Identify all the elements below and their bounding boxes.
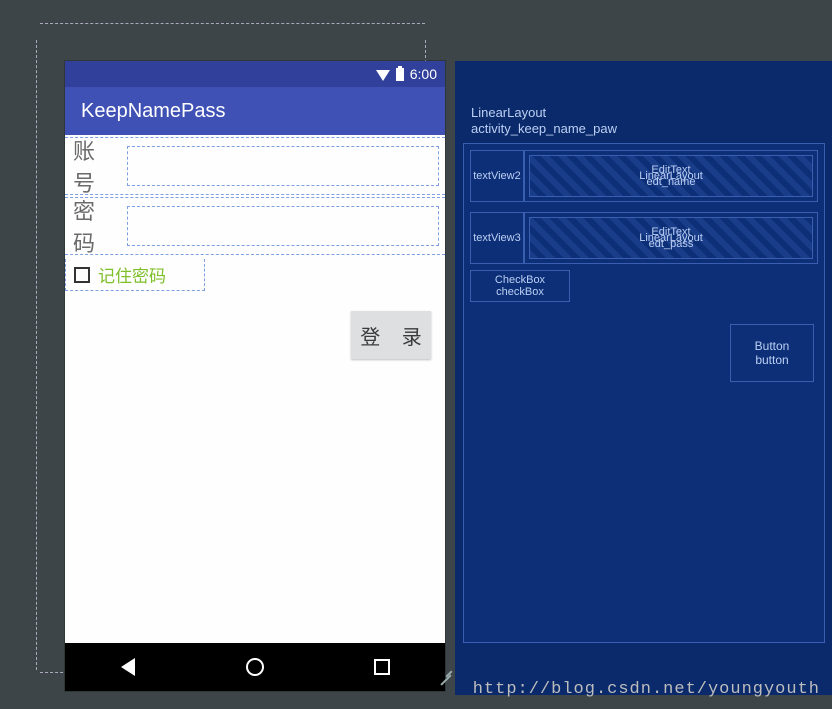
clock-text: 6:00 (410, 66, 437, 82)
bp-check-type: CheckBox (495, 274, 545, 286)
bp-btn-type: Button (755, 339, 790, 353)
bp-edittext-pass[interactable]: EditText LinearLayout edt_pass (529, 217, 813, 259)
blueprint-root[interactable]: LinearLayout activity_keep_name_paw (455, 61, 832, 137)
battery-icon (396, 68, 404, 81)
password-row: 密 码 (65, 197, 445, 255)
bp-check-id: checkBox (496, 286, 544, 298)
remember-label: 记住密码 (98, 262, 166, 287)
bp-textview3[interactable]: textView3 (470, 212, 524, 264)
username-label: 账 号 (65, 134, 127, 198)
status-bar: 6:00 (65, 61, 445, 87)
username-input-wrap (127, 146, 439, 186)
bp-checkbox[interactable]: CheckBox checkBox (470, 270, 570, 302)
app-bar: KeepNamePass (65, 87, 445, 135)
design-canvas: 6:00 KeepNamePass 账 号 密 码 记住密码 (23, 23, 809, 668)
bp-btn-id: button (755, 353, 788, 367)
bp-button[interactable]: Button button (730, 324, 814, 382)
password-label: 密 码 (65, 194, 127, 258)
username-row: 账 号 (65, 137, 445, 195)
system-nav (65, 643, 445, 691)
blueprint-body: textView2 EditText LinearLayout edt_name… (463, 143, 825, 643)
bp-root-id: activity_keep_name_paw (471, 121, 832, 137)
bp-edittext-name[interactable]: EditText LinearLayout edt_name (529, 155, 813, 197)
username-input[interactable] (128, 147, 438, 185)
back-icon[interactable] (118, 657, 138, 677)
app-title: KeepNamePass (81, 100, 226, 123)
checkbox-icon[interactable] (74, 267, 90, 283)
bp-row-password[interactable]: textView3 EditText LinearLayout edt_pass (470, 212, 818, 264)
bp-textview2[interactable]: textView2 (470, 150, 524, 202)
bp-linearlayout-1[interactable]: EditText LinearLayout edt_name (524, 150, 818, 202)
watermark-text: http://blog.csdn.net/youngyouth (473, 680, 820, 699)
password-input-wrap (127, 206, 439, 246)
device-preview: 6:00 KeepNamePass 账 号 密 码 记住密码 (65, 61, 445, 691)
bp-linearlayout-2[interactable]: EditText LinearLayout edt_pass (524, 212, 818, 264)
screen-content: 账 号 密 码 记住密码 登 录 (65, 135, 445, 643)
remember-row[interactable]: 记住密码 (65, 259, 205, 291)
bp-root-type: LinearLayout (471, 105, 832, 121)
password-input[interactable] (128, 207, 438, 245)
login-wrap: 登 录 (351, 311, 431, 359)
home-icon[interactable] (245, 657, 265, 677)
blueprint-panel: LinearLayout activity_keep_name_paw text… (455, 61, 832, 695)
resize-handle-icon[interactable] (433, 663, 455, 685)
recent-icon[interactable] (372, 657, 392, 677)
bp-ll1-label: LinearLayout (639, 170, 703, 182)
bp-row-username[interactable]: textView2 EditText LinearLayout edt_name (470, 150, 818, 202)
login-button[interactable]: 登 录 (351, 311, 431, 359)
wifi-icon (376, 70, 390, 81)
bp-ll2-label: LinearLayout (639, 232, 703, 244)
